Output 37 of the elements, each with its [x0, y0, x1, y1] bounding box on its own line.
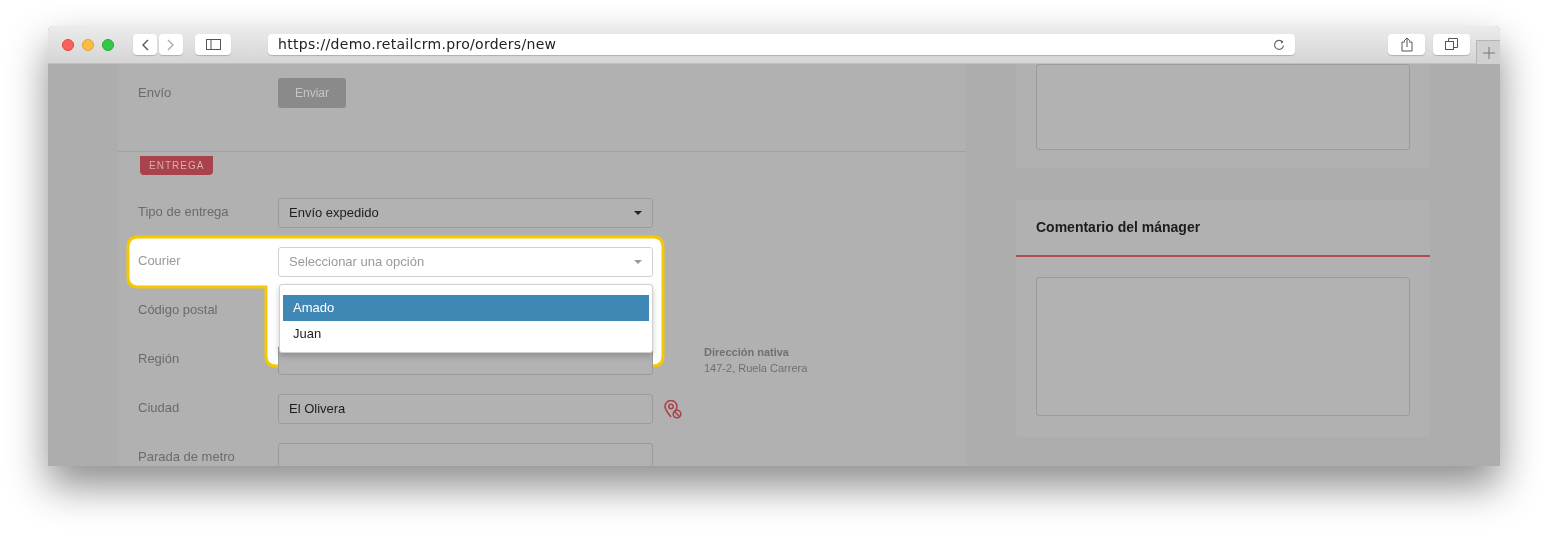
input-field[interactable]: El Olivera: [278, 394, 653, 424]
sidebar-icon: [205, 39, 221, 50]
minimize-window-icon[interactable]: [82, 38, 94, 51]
url-text: https://demo.retailcrm.pro/orders/new: [278, 35, 557, 54]
share-button[interactable]: [1388, 34, 1425, 55]
close-window-icon[interactable]: [62, 38, 74, 51]
reload-icon[interactable]: [1273, 38, 1285, 51]
field-label: Envío: [137, 84, 173, 103]
sidebar-button[interactable]: [195, 34, 231, 55]
field-label: Courier: [137, 252, 182, 269]
forward-button[interactable]: [159, 34, 183, 55]
forward-icon: [167, 38, 175, 51]
share-icon: [1400, 37, 1413, 52]
field-label: Parada de metro: [137, 448, 236, 465]
note-title: Dirección nativa: [704, 345, 790, 360]
caret-icon: [634, 260, 642, 264]
tabs-icon: [1445, 38, 1458, 51]
back-button[interactable]: [133, 34, 157, 55]
field-label: Código postal: [137, 301, 219, 318]
select-field[interactable]: Envío expedido: [278, 198, 653, 228]
dropdown-option[interactable]: Amado: [283, 295, 649, 321]
map-pin-blocked-icon[interactable]: [664, 399, 682, 419]
address-field[interactable]: https://demo.retailcrm.pro/orders/new: [268, 34, 1295, 55]
zoom-window-icon[interactable]: [102, 38, 114, 51]
tabs-button[interactable]: [1433, 34, 1470, 55]
field-label: Ciudad: [137, 399, 181, 416]
note-text: 147-2, Ruela Carrera: [704, 361, 808, 376]
plus-icon: [1482, 46, 1495, 59]
dropdown-option[interactable]: Juan: [283, 321, 649, 347]
section-tag: ENTREGA: [140, 156, 214, 175]
new-tab-button[interactable]: [1476, 40, 1500, 64]
caret-icon: [634, 211, 642, 215]
card-title: Comentario del mánager: [1036, 218, 1201, 237]
back-icon: [141, 38, 149, 51]
field-label: Región: [137, 350, 181, 367]
field-label: Tipo de entrega: [137, 203, 230, 220]
text-area[interactable]: [1036, 64, 1410, 150]
